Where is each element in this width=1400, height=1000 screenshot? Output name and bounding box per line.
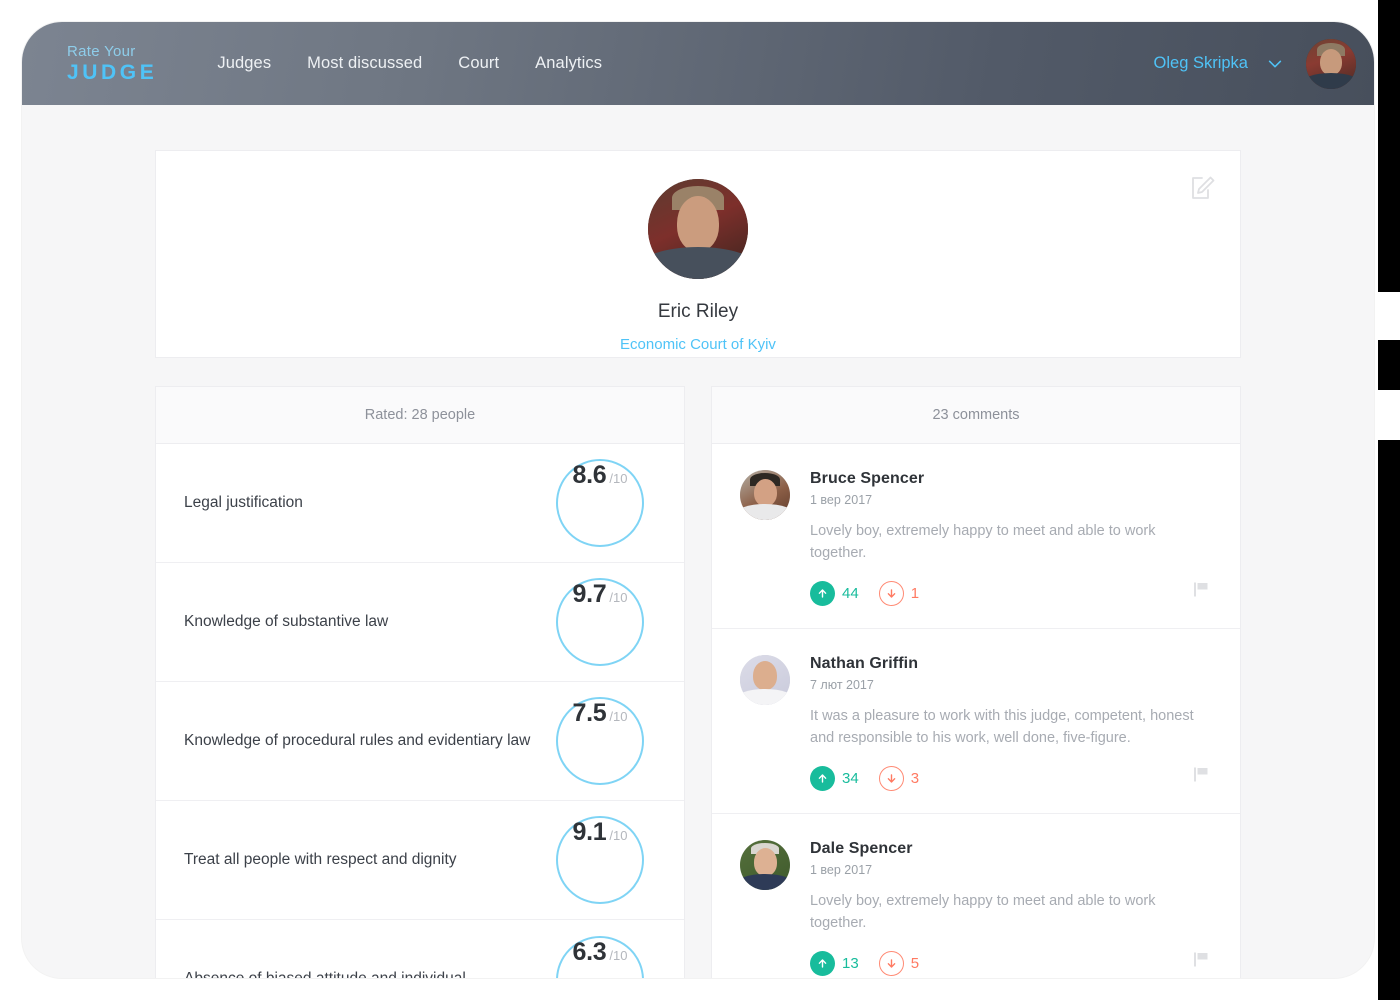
comment-item: Dale Spencer 1 вер 2017 Lovely boy, extr… [712, 814, 1240, 978]
comment-body: Nathan Griffin 7 лют 2017 It was a pleas… [810, 655, 1212, 791]
comment-date: 1 вер 2017 [810, 493, 873, 507]
downvote-button[interactable]: 1 [878, 580, 920, 606]
score-max: /10 [609, 590, 628, 605]
downvote-button[interactable]: 3 [878, 765, 920, 791]
judge-avatar [648, 179, 748, 279]
downvote-count: 1 [910, 584, 920, 602]
content-container: Eric Riley Economic Court of Kyiv Rated:… [155, 150, 1241, 978]
downvote-count: 5 [910, 954, 920, 972]
comment-author[interactable]: Dale Spencer [810, 840, 1212, 858]
judge-profile-card: Eric Riley Economic Court of Kyiv [155, 150, 1241, 358]
score-badge: 8.6 /10 [556, 459, 644, 547]
vote-row: 34 3 [810, 765, 1212, 791]
logo-line-judge: JUDGE [67, 61, 158, 84]
score-value: 9.7 [572, 580, 607, 608]
flag-icon[interactable] [1193, 581, 1210, 598]
score-value: 9.1 [572, 818, 607, 846]
comment-avatar [740, 470, 790, 520]
user-name-label[interactable]: Oleg Skripka [1154, 54, 1248, 73]
page-content: Eric Riley Economic Court of Kyiv Rated:… [22, 105, 1374, 978]
comment-avatar [740, 654, 790, 705]
score-value: 6.3 [572, 937, 607, 966]
comment-item: Bruce Spencer 1 вер 2017 Lovely boy, ext… [712, 444, 1240, 629]
rating-row: Knowledge of substantive law 9.7 /10 [156, 563, 684, 682]
device-frame: Rate Your JUDGE Judges Most discussed Co… [0, 0, 1400, 1000]
rating-row: Legal justification 8.6 /10 [156, 444, 684, 563]
comments-panel: 23 comments Bruce Spencer 1 вер 2017 Lov… [711, 386, 1241, 978]
arrow-down-icon [878, 580, 904, 606]
top-navigation-bar: Rate Your JUDGE Judges Most discussed Co… [22, 22, 1374, 105]
user-menu[interactable]: Oleg Skripka [1154, 38, 1356, 89]
flag-icon[interactable] [1193, 766, 1210, 783]
comment-author[interactable]: Bruce Spencer [810, 470, 1212, 488]
logo-line-rate-your: Rate Your [67, 43, 136, 60]
flag-icon[interactable] [1193, 951, 1210, 968]
nav-link-court[interactable]: Court [458, 54, 499, 73]
comment-item: Nathan Griffin 7 лют 2017 It was a pleas… [712, 629, 1240, 814]
device-bezel-right-lower [1378, 440, 1400, 1000]
ratings-panel-header: Rated: 28 people [156, 387, 684, 444]
chevron-down-icon[interactable] [1266, 55, 1284, 73]
upvote-count: 44 [842, 584, 859, 602]
comment-author[interactable]: Nathan Griffin [810, 655, 1212, 673]
user-avatar[interactable] [1306, 38, 1356, 89]
upvote-button[interactable]: 44 [810, 580, 859, 606]
comment-body: Dale Spencer 1 вер 2017 Lovely boy, extr… [810, 840, 1212, 976]
downvote-count: 3 [910, 769, 920, 787]
score-max: /10 [609, 471, 628, 486]
rating-label: Knowledge of substantive law [184, 612, 389, 630]
device-bezel-right [1378, 0, 1400, 292]
comment-text: It was a pleasure to work with this judg… [810, 707, 1194, 747]
nav-link-analytics[interactable]: Analytics [535, 54, 602, 73]
rating-row: Absence of biased attitude and individua… [156, 920, 684, 978]
site-logo[interactable]: Rate Your JUDGE [67, 44, 157, 83]
comment-date: 7 лют 2017 [810, 677, 874, 692]
main-nav-links: Judges Most discussed Court Analytics [217, 54, 602, 73]
device-side-button [1378, 340, 1400, 390]
app-screen: Rate Your JUDGE Judges Most discussed Co… [22, 22, 1374, 978]
nav-link-judges[interactable]: Judges [217, 54, 271, 73]
judge-name: Eric Riley [657, 301, 739, 322]
columns-wrapper: Rated: 28 people Legal justification 8.6… [155, 386, 1241, 978]
rating-row: Knowledge of procedural rules and eviden… [156, 682, 684, 801]
score-badge: 7.5 /10 [556, 697, 644, 785]
nav-link-most-discussed[interactable]: Most discussed [307, 54, 422, 73]
upvote-button[interactable]: 34 [810, 765, 859, 791]
upvote-count: 34 [842, 769, 859, 787]
comment-text: Lovely boy, extremely happy to meet and … [810, 892, 1156, 932]
vote-row: 44 1 [810, 580, 1212, 606]
comment-avatar [740, 839, 790, 890]
score-max: /10 [609, 828, 628, 843]
comment-date: 1 вер 2017 [810, 862, 873, 877]
arrow-up-icon [810, 765, 835, 791]
score-max: /10 [609, 947, 628, 963]
rating-label: Treat all people with respect and dignit… [184, 850, 457, 868]
score-badge: 9.1 /10 [556, 816, 644, 904]
arrow-up-icon [810, 950, 835, 976]
score-badge: 9.7 /10 [556, 578, 644, 666]
rating-label: Absence of biased attitude and individua… [184, 969, 556, 978]
arrow-down-icon [878, 950, 904, 976]
vote-row: 13 5 [810, 950, 1212, 976]
rating-label: Legal justification [184, 493, 303, 511]
arrow-down-icon [878, 765, 904, 791]
upvote-button[interactable]: 13 [810, 950, 859, 976]
arrow-up-icon [810, 580, 835, 606]
rating-row: Treat all people with respect and dignit… [156, 801, 684, 920]
edit-pencil-icon[interactable] [1190, 175, 1216, 201]
score-max: /10 [609, 709, 628, 724]
downvote-button[interactable]: 5 [878, 950, 920, 976]
score-value: 8.6 [572, 461, 607, 489]
judge-court-link[interactable]: Economic Court of Kyiv [620, 336, 776, 353]
score-value: 7.5 [572, 699, 607, 727]
comment-text: Lovely boy, extremely happy to meet and … [810, 523, 1156, 562]
rating-label: Knowledge of procedural rules and eviden… [184, 731, 531, 749]
upvote-count: 13 [842, 954, 859, 972]
comments-panel-header: 23 comments [712, 387, 1240, 444]
score-badge: 6.3 /10 [556, 935, 644, 978]
ratings-panel: Rated: 28 people Legal justification 8.6… [155, 386, 685, 978]
comment-body: Bruce Spencer 1 вер 2017 Lovely boy, ext… [810, 470, 1212, 606]
